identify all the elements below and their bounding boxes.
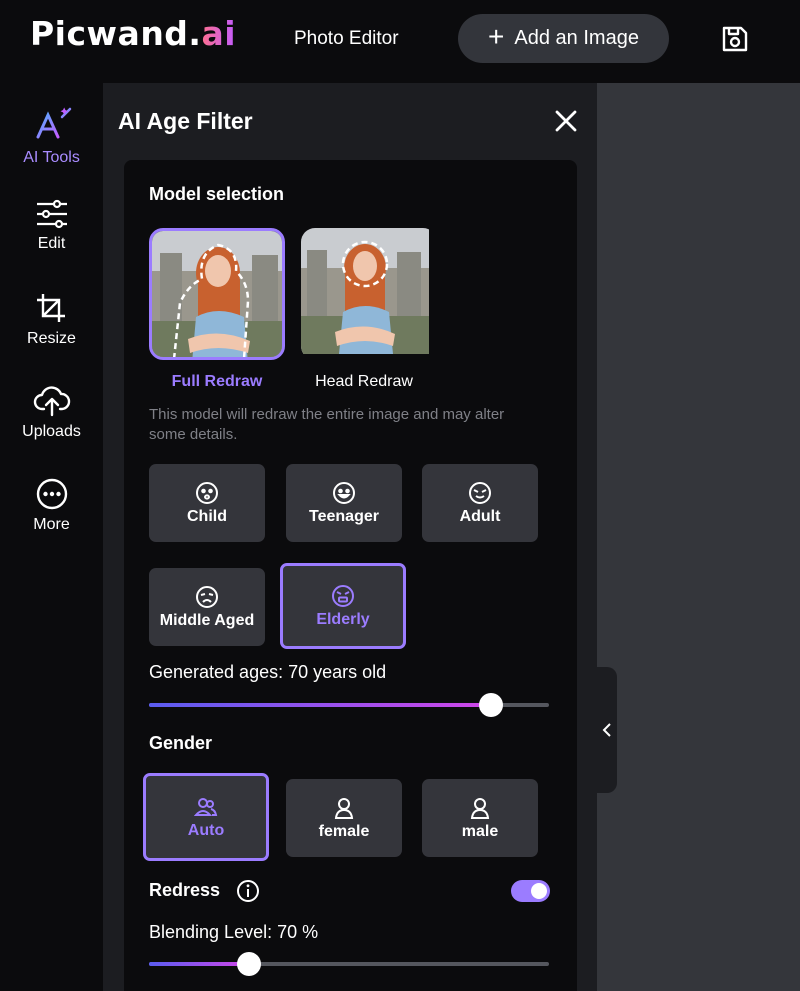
logo[interactable]: Picwand.ai (30, 14, 236, 53)
age-option-child[interactable]: Child (149, 464, 265, 542)
ai-tools-icon (36, 107, 71, 139)
sidebar-item-uploads[interactable]: Uploads (0, 371, 103, 461)
gender-option-auto[interactable]: Auto (143, 773, 269, 861)
generated-ages-label: Generated ages: 70 years old (149, 662, 387, 682)
canvas-area[interactable] (597, 83, 800, 991)
middle-aged-face-icon (196, 585, 218, 608)
teen-face-icon (333, 481, 355, 504)
sidebar-item-label: More (33, 516, 70, 533)
gender-option-female[interactable]: female (286, 779, 402, 857)
model-full-redraw-thumbnail[interactable] (149, 228, 285, 360)
upload-cloud-icon (33, 386, 70, 417)
male-icon (470, 797, 490, 819)
left-sidebar: AI Tools Edit Resize Uploads More (0, 83, 103, 991)
blending-slider[interactable] (149, 952, 549, 976)
add-image-button[interactable]: + Add an Image (458, 14, 669, 63)
gender-title: Gender (149, 733, 213, 753)
age-option-label: Elderly (316, 610, 370, 628)
sidebar-item-more[interactable]: More (0, 464, 103, 554)
sidebar-item-ai-tools[interactable]: AI Tools (0, 93, 103, 183)
save-icon[interactable] (720, 24, 750, 54)
info-icon[interactable] (236, 879, 260, 903)
plus-icon: + (488, 21, 505, 52)
age-slider-fill (149, 703, 491, 707)
age-option-elderly[interactable]: Elderly (280, 563, 406, 649)
page-title: Photo Editor (294, 28, 399, 49)
portrait-image (301, 228, 429, 354)
gender-option-label: female (318, 822, 370, 840)
chevron-left-icon (602, 723, 611, 737)
sliders-icon (36, 199, 67, 229)
sidebar-item-label: Resize (27, 330, 76, 347)
age-option-label: Teenager (309, 507, 379, 525)
age-option-adult[interactable]: Adult (422, 464, 538, 542)
model-full-redraw-label[interactable]: Full Redraw (149, 373, 285, 391)
age-option-label: Middle Aged (159, 611, 255, 629)
adult-face-icon (469, 481, 491, 504)
model-selection-title: Model selection (149, 184, 285, 204)
gender-option-male[interactable]: male (422, 779, 538, 857)
female-icon (334, 797, 354, 819)
blending-level-label: Blending Level: 70 % (149, 922, 319, 942)
top-bar: Picwand.ai Photo Editor + Add an Image (0, 0, 800, 83)
blending-slider-handle[interactable] (237, 952, 261, 976)
age-slider-handle[interactable] (479, 693, 503, 717)
collapse-panel-button[interactable] (597, 667, 617, 793)
sidebar-item-label: Edit (37, 235, 66, 252)
logo-main: Picwand. (30, 14, 202, 53)
gender-option-label: Auto (187, 821, 225, 839)
auto-gender-icon (194, 797, 218, 816)
logo-ai: ai (201, 14, 237, 53)
sidebar-item-edit[interactable]: Edit (0, 185, 103, 275)
portrait-image (152, 231, 282, 357)
age-option-teenager[interactable]: Teenager (286, 464, 402, 542)
panel-title: AI Age Filter (118, 108, 253, 134)
blending-slider-fill (149, 962, 249, 966)
age-slider[interactable] (149, 693, 549, 717)
elderly-face-icon (332, 584, 354, 607)
sidebar-item-resize[interactable]: Resize (0, 278, 103, 368)
model-description: This model will redraw the entire image … (149, 406, 505, 443)
redress-label: Redress (149, 880, 221, 900)
sidebar-item-label: Uploads (22, 423, 81, 440)
close-icon[interactable] (553, 108, 579, 134)
child-face-icon (196, 481, 218, 504)
crop-icon (36, 294, 65, 322)
sidebar-item-label: AI Tools (23, 149, 80, 166)
more-icon (36, 478, 67, 510)
add-image-label: Add an Image (514, 27, 639, 49)
gender-option-label: male (461, 822, 499, 840)
model-head-redraw-thumbnail[interactable] (301, 228, 437, 360)
age-option-label: Adult (459, 507, 501, 525)
model-head-redraw-label[interactable]: Head Redraw (296, 373, 432, 391)
redress-toggle[interactable] (511, 880, 550, 902)
age-option-middle-aged[interactable]: Middle Aged (149, 568, 265, 646)
toggle-knob (531, 883, 547, 899)
age-option-label: Child (187, 507, 227, 525)
